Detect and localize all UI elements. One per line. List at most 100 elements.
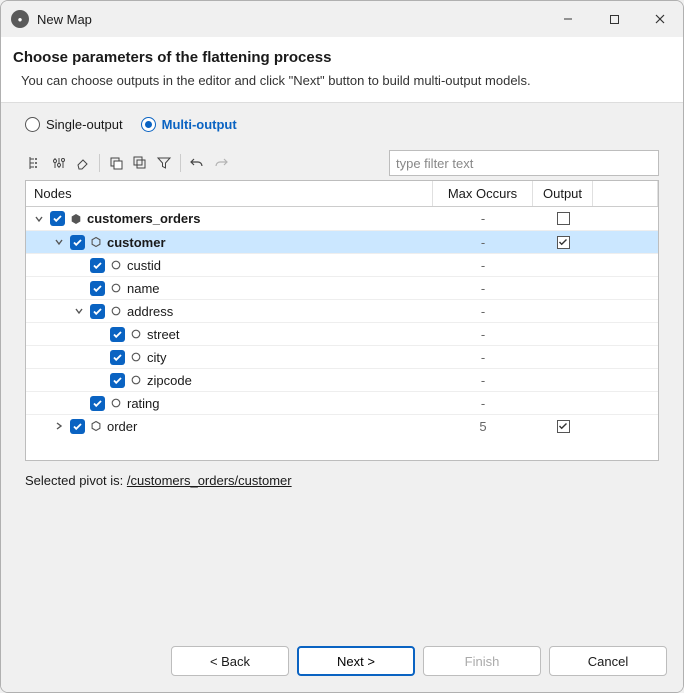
output-checkbox[interactable] (557, 420, 570, 433)
node-checkbox[interactable] (90, 281, 105, 296)
tree-row[interactable]: city - (26, 345, 658, 368)
circle-icon (109, 396, 123, 410)
tree-row[interactable]: order5 (26, 414, 658, 437)
tree-row[interactable]: rating- (26, 391, 658, 414)
toolbar-separator (99, 154, 100, 172)
hex-outline-icon (89, 235, 103, 249)
copy-icon[interactable] (106, 153, 126, 173)
node-checkbox[interactable] (50, 211, 65, 226)
output-checkbox[interactable] (557, 212, 570, 225)
expand-tree-icon[interactable] (25, 153, 45, 173)
app-icon: ● (11, 10, 29, 28)
cell-max-occurs: - (433, 258, 533, 273)
col-output[interactable]: Output (533, 181, 593, 206)
toolbar-separator (180, 154, 181, 172)
node-label: city (147, 350, 167, 365)
pivot-prefix: Selected pivot is: (25, 473, 127, 488)
filter-input[interactable]: type filter text (389, 150, 659, 176)
pivot-path: /customers_orders/customer (127, 473, 292, 488)
table-filler (26, 437, 658, 460)
radio-multi-output[interactable]: Multi-output (141, 117, 237, 132)
radio-label: Single-output (46, 117, 123, 132)
radio-single-output[interactable]: Single-output (25, 117, 123, 132)
cell-max-occurs: - (433, 304, 533, 319)
tree-row[interactable]: zipcode- (26, 368, 658, 391)
cell-output[interactable] (533, 236, 593, 249)
node-label: address (127, 304, 173, 319)
redo-icon[interactable] (211, 153, 231, 173)
circle-icon (129, 373, 143, 387)
output-checkbox[interactable] (557, 236, 570, 249)
node-checkbox[interactable] (70, 235, 85, 250)
maximize-button[interactable] (591, 1, 637, 37)
wizard-title: Choose parameters of the flattening proc… (13, 49, 667, 66)
tree-row[interactable]: customer- (26, 230, 658, 253)
undo-icon[interactable] (187, 153, 207, 173)
collapse-icon[interactable] (72, 304, 86, 318)
twisty-spacer (72, 396, 86, 410)
node-checkbox[interactable] (90, 304, 105, 319)
cell-output[interactable] (533, 212, 593, 225)
cell-nodes: name (26, 281, 433, 296)
titlebar[interactable]: ● New Map (1, 1, 683, 37)
filter-placeholder: type filter text (396, 156, 473, 171)
tree-row[interactable]: address - (26, 299, 658, 322)
cell-nodes: customer (26, 235, 433, 250)
eraser-icon[interactable] (73, 153, 93, 173)
node-label: street (147, 327, 180, 342)
minimize-button[interactable] (545, 1, 591, 37)
col-nodes[interactable]: Nodes (26, 181, 433, 206)
wizard-header: Choose parameters of the flattening proc… (1, 37, 683, 103)
stack-icon[interactable] (130, 153, 150, 173)
node-checkbox[interactable] (90, 396, 105, 411)
cell-max-occurs: 5 (433, 419, 533, 434)
twisty-spacer (72, 258, 86, 272)
tree-row[interactable]: street- (26, 322, 658, 345)
col-max-occurs[interactable]: Max Occurs (433, 181, 533, 206)
back-button[interactable]: < Back (171, 646, 289, 676)
settings-icon[interactable] (49, 153, 69, 173)
svg-text:●: ● (18, 15, 23, 24)
node-label: zipcode (147, 373, 192, 388)
node-checkbox[interactable] (110, 350, 125, 365)
cell-nodes: street (26, 327, 433, 342)
tree-row[interactable]: name- (26, 276, 658, 299)
window-title: New Map (37, 12, 545, 27)
tree-row[interactable]: custid - (26, 253, 658, 276)
circle-icon (109, 304, 123, 318)
node-label: customers_orders (87, 211, 200, 226)
cell-output[interactable] (533, 420, 593, 433)
circle-icon (129, 327, 143, 341)
cancel-button[interactable]: Cancel (549, 646, 667, 676)
node-label: rating (127, 396, 160, 411)
cell-max-occurs: - (433, 281, 533, 296)
window-controls (545, 1, 683, 37)
node-checkbox[interactable] (70, 419, 85, 434)
cell-max-occurs: - (433, 235, 533, 250)
node-checkbox[interactable] (90, 258, 105, 273)
node-label: custid (127, 258, 161, 273)
close-button[interactable] (637, 1, 683, 37)
cell-nodes: custid (26, 258, 433, 273)
collapse-icon[interactable] (32, 212, 46, 226)
cell-nodes: order (26, 419, 433, 434)
node-checkbox[interactable] (110, 373, 125, 388)
collapse-icon[interactable] (52, 235, 66, 249)
cell-max-occurs: - (433, 211, 533, 226)
expand-icon[interactable] (52, 419, 66, 433)
radio-label: Multi-output (162, 117, 237, 132)
cell-nodes: customers_orders (26, 211, 433, 226)
hex-dark-icon (69, 212, 83, 226)
toolbar-row: type filter text (25, 150, 659, 176)
node-checkbox[interactable] (110, 327, 125, 342)
tree-row[interactable]: customers_orders - (26, 207, 658, 230)
next-button[interactable]: Next > (297, 646, 415, 676)
circle-icon (109, 281, 123, 295)
cell-max-occurs: - (433, 350, 533, 365)
wizard-body: Single-output Multi-output (1, 103, 683, 634)
table-header: Nodes Max Occurs Output (26, 181, 658, 207)
table-body: customers_orders-customer-custid-name-ad… (26, 207, 658, 437)
filter-icon[interactable] (154, 153, 174, 173)
col-padding (593, 181, 658, 206)
twisty-spacer (92, 373, 106, 387)
